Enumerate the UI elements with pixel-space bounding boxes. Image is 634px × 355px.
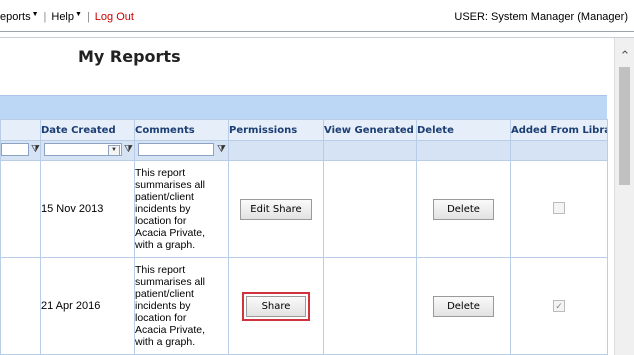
comment-line: incidents by xyxy=(135,203,191,215)
comment-line: This report xyxy=(135,167,186,179)
comment-line: location for xyxy=(135,215,187,227)
delete-button[interactable]: Delete xyxy=(433,198,494,220)
scrollbar-thumb[interactable] xyxy=(619,67,630,185)
comment-line: with a graph. xyxy=(135,336,196,348)
comment-line: patient/client xyxy=(135,288,194,300)
table-row: 21 Apr 2016 This report summarises all p… xyxy=(0,257,608,355)
filter-icon[interactable]: ⧩ xyxy=(124,144,133,155)
column-header-comments[interactable]: Comments xyxy=(134,119,229,141)
delete-cell: Delete xyxy=(416,257,511,355)
name-cell xyxy=(0,160,41,258)
current-user: USER: System Manager (Manager) xyxy=(454,11,628,23)
checkmark-icon: ✓ xyxy=(555,301,563,311)
menu-divider: | xyxy=(43,11,47,23)
header-divider-secondary xyxy=(0,37,634,38)
menu-divider: | xyxy=(86,11,90,23)
view-generated-cell xyxy=(323,160,417,258)
column-header-name[interactable] xyxy=(0,119,41,141)
column-header-delete[interactable]: Delete xyxy=(416,119,511,141)
logout-link[interactable]: Log Out xyxy=(95,11,134,23)
filter-row: ⧩ ▼ ⧩ ⧩ xyxy=(0,140,608,161)
menu-reports-label: eports xyxy=(0,11,31,23)
comment-line: Acacia Private, xyxy=(135,324,206,336)
date-filter-input[interactable]: ▼ xyxy=(44,143,122,156)
chevron-down-icon: ▼ xyxy=(75,11,82,18)
table-header-row: Date Created Comments Permissions View G… xyxy=(0,119,608,141)
comment-line: Acacia Private, xyxy=(135,227,206,239)
vertical-scrollbar[interactable]: ⌃ xyxy=(614,38,634,355)
column-header-permissions[interactable]: Permissions xyxy=(228,119,324,141)
menu-reports[interactable]: eports▼ xyxy=(0,11,39,23)
comment-line: with a graph. xyxy=(135,239,196,251)
added-from-library-cell xyxy=(510,160,608,258)
chevron-down-icon[interactable]: ▼ xyxy=(108,145,120,156)
name-filter-input[interactable] xyxy=(1,143,29,156)
header-divider xyxy=(0,31,634,32)
name-cell xyxy=(0,257,41,355)
reports-table: Date Created Comments Permissions View G… xyxy=(0,119,608,355)
filter-icon[interactable]: ⧩ xyxy=(31,144,40,155)
scroll-up-icon[interactable]: ⌃ xyxy=(618,49,632,62)
date-cell: 15 Nov 2013 xyxy=(40,160,135,258)
delete-button[interactable]: Delete xyxy=(433,295,494,317)
comment-line: summarises all xyxy=(135,179,206,191)
top-menu-bar: eports▼ | Help▼ | Log Out USER: System Manag… xyxy=(0,0,634,31)
comment-cell: This report summarises all patient/clien… xyxy=(134,257,229,355)
edit-share-button[interactable]: Edit Share xyxy=(240,198,312,220)
grid-toolbar xyxy=(0,95,607,120)
share-button[interactable]: Share xyxy=(245,295,307,317)
comments-filter-input[interactable] xyxy=(138,143,214,156)
column-header-added-from-library[interactable]: Added From Librar xyxy=(510,119,608,141)
column-header-date-created[interactable]: Date Created xyxy=(40,119,135,141)
column-header-view-generated[interactable]: View Generated xyxy=(323,119,417,141)
comment-line: incidents by xyxy=(135,300,191,312)
added-from-library-checkbox[interactable] xyxy=(553,201,565,214)
added-from-library-checkbox[interactable]: ✓ xyxy=(553,300,565,312)
table-row: 15 Nov 2013 This report summarises all p… xyxy=(0,160,608,258)
filter-icon[interactable]: ⧩ xyxy=(217,144,226,155)
share-button-highlight: Share xyxy=(241,291,311,321)
page-title: My Reports xyxy=(78,47,181,66)
date-cell: 21 Apr 2016 xyxy=(40,257,135,355)
menu-help[interactable]: Help▼ xyxy=(51,11,82,23)
chevron-down-icon: ▼ xyxy=(31,11,39,18)
permissions-cell: Share xyxy=(228,257,324,355)
comment-line: summarises all xyxy=(135,276,206,288)
main-menu: eports▼ | Help▼ | Log Out xyxy=(0,11,134,23)
comment-line: This report xyxy=(135,264,186,276)
added-from-library-cell: ✓ xyxy=(510,257,608,355)
comment-cell: This report summarises all patient/clien… xyxy=(134,160,229,258)
comment-line: patient/client xyxy=(135,191,194,203)
view-generated-cell xyxy=(323,257,417,355)
comment-line: location for xyxy=(135,312,187,324)
permissions-cell: Edit Share xyxy=(228,160,324,258)
delete-cell: Delete xyxy=(416,160,511,258)
menu-help-label: Help xyxy=(51,11,74,23)
